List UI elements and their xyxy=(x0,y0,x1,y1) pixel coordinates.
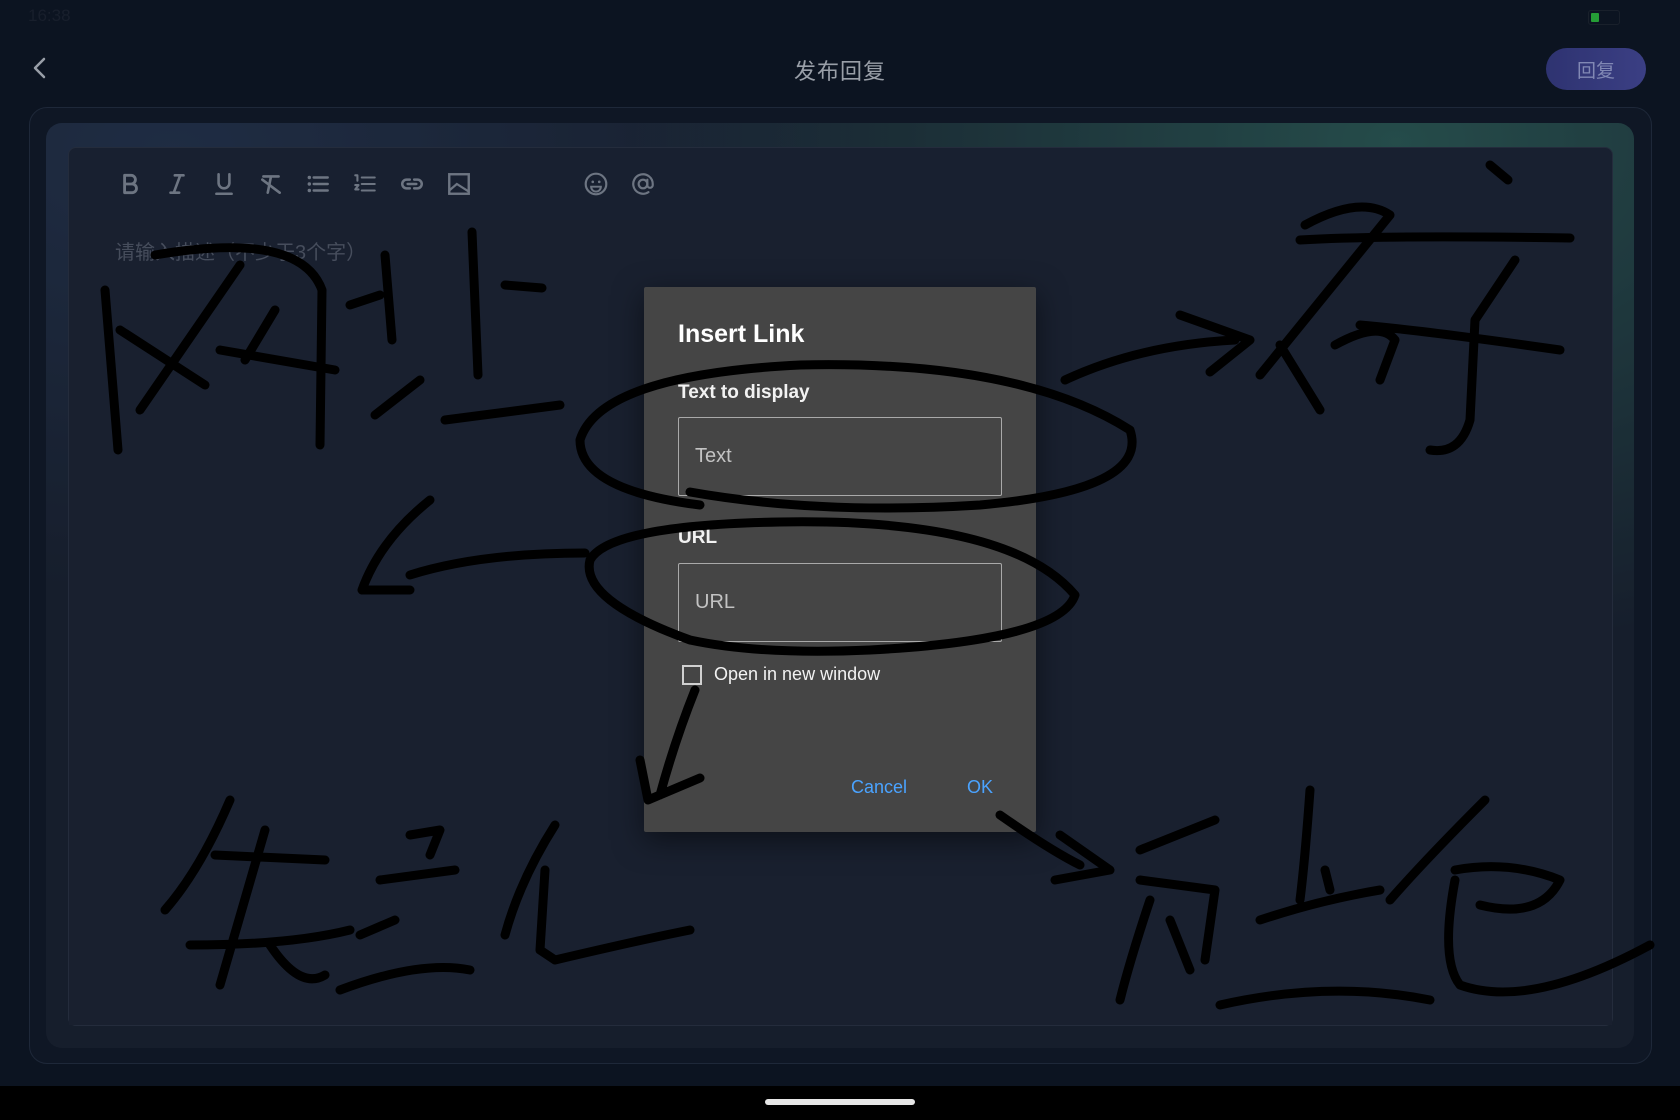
open-new-window-label: Open in new window xyxy=(714,664,881,684)
ok-button[interactable]: OK xyxy=(967,777,993,798)
open-new-window-row[interactable]: Open in new window xyxy=(682,664,880,685)
url-label: URL xyxy=(678,527,718,548)
dialog-title: Insert Link xyxy=(678,320,805,348)
text-to-display-input[interactable] xyxy=(678,417,1002,496)
open-new-window-checkbox[interactable] xyxy=(682,664,702,685)
cancel-button[interactable]: Cancel xyxy=(851,777,907,798)
text-to-display-label: Text to display xyxy=(678,382,810,403)
url-input[interactable] xyxy=(678,563,1002,642)
insert-link-dialog: Insert Link Text to display URL Open in … xyxy=(644,287,1036,832)
home-indicator[interactable] xyxy=(765,1099,915,1105)
